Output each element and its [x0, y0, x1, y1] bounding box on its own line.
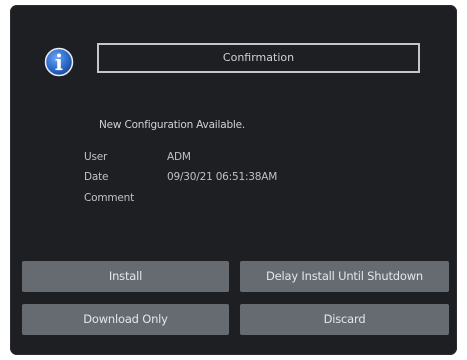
dialog-title: Confirmation: [97, 43, 420, 73]
comment-label: Comment: [84, 192, 135, 204]
user-label: User: [84, 151, 108, 163]
install-button[interactable]: Install: [22, 261, 229, 292]
info-icon: [44, 47, 74, 77]
download-only-button[interactable]: Download Only: [22, 304, 229, 335]
date-label: Date: [84, 171, 109, 183]
date-value: 09/30/21 06:51:38AM: [167, 171, 278, 183]
confirmation-dialog: Confirmation New Configuration Available…: [10, 5, 457, 355]
user-value: ADM: [167, 151, 191, 163]
dialog-message: New Configuration Available.: [99, 119, 246, 131]
discard-button[interactable]: Discard: [240, 304, 449, 335]
delay-install-button[interactable]: Delay Install Until Shutdown: [240, 261, 449, 292]
